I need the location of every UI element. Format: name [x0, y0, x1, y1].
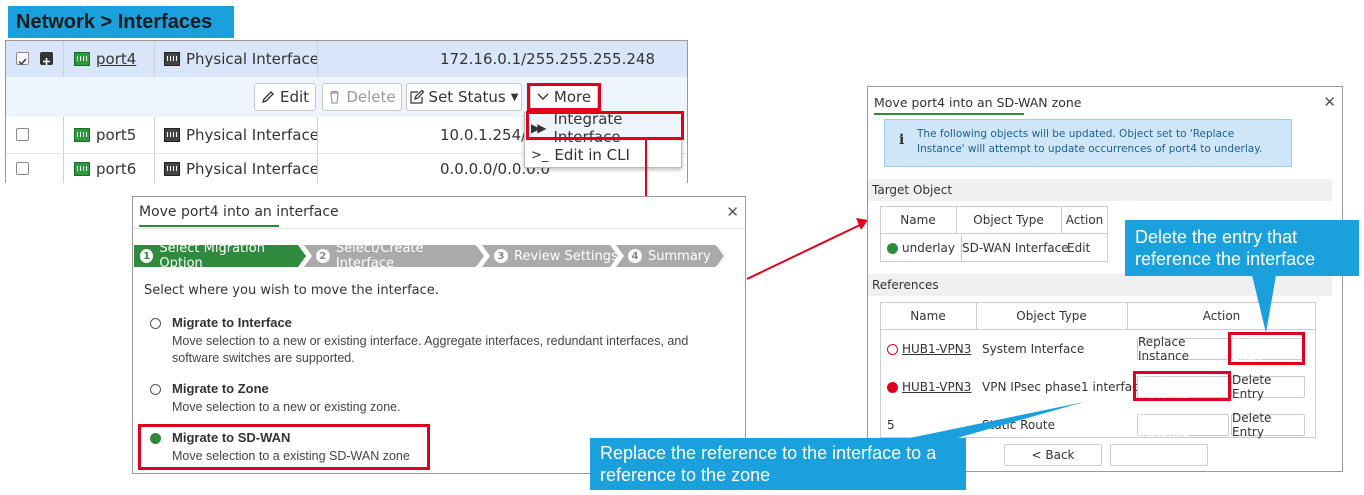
edit-button[interactable]: Edit — [254, 83, 316, 111]
pencil-icon — [261, 91, 274, 104]
step-1: 1 Select Migration Option — [134, 245, 306, 267]
interface-type: Physical Interface — [186, 50, 319, 68]
ip-address: 172.16.0.1/255.255.255.248 — [440, 50, 655, 68]
edit-status-icon — [409, 90, 424, 104]
ref-name: HUB1-VPN3 — [887, 337, 971, 361]
port-icon — [74, 161, 90, 176]
close-icon[interactable]: ✕ — [726, 203, 739, 221]
port-icon — [74, 52, 90, 66]
row-checkbox[interactable] — [16, 162, 29, 175]
set-status-button[interactable]: Set Status ▼ — [406, 83, 522, 111]
interface-type: Physical Interface — [186, 159, 319, 178]
option-desc: Move selection to a new or existing zone… — [172, 400, 401, 414]
info-box: i The following objects will be updated.… — [884, 119, 1292, 167]
sdwan-option-highlight — [138, 424, 430, 470]
replace-callout: Replace the reference to the interface t… — [590, 438, 966, 490]
delete-entry-button[interactable]: Delete Entry — [1231, 411, 1305, 439]
option-title: Migrate to Zone — [172, 381, 269, 396]
replace-instance-button[interactable]: Replace Instance — [1137, 335, 1229, 363]
delete-entry-highlight — [1228, 332, 1305, 365]
dialog-title: Move port4 into an interface — [139, 204, 339, 220]
port-name[interactable]: port5 — [96, 126, 136, 144]
port-name[interactable]: port4 — [96, 50, 136, 68]
target-table: Name Object Type Action underlay SD-WAN … — [880, 206, 1108, 262]
check-icon — [18, 58, 27, 66]
step-2: 2 Select/Create Interface — [304, 245, 484, 267]
physical-interface-icon — [164, 52, 180, 66]
wizard-steps: 1 Select Migration Option 2 Select/Create … — [134, 245, 724, 267]
close-icon[interactable]: ✕ — [1323, 93, 1336, 111]
callout-pointer — [1252, 275, 1276, 333]
system-interface-icon — [887, 343, 898, 355]
interface-type: Physical Interface — [186, 126, 319, 144]
option-desc: Move selection to a new or existing inte… — [172, 334, 689, 365]
expand-icon[interactable] — [40, 52, 53, 65]
terminal-icon: >_ — [531, 147, 549, 163]
replace-instance-button[interactable]: Replace Instance — [1137, 411, 1229, 439]
diagonal-arrow — [746, 218, 868, 280]
back-button[interactable]: < Back — [1004, 444, 1102, 466]
callout-pointer — [900, 402, 1084, 440]
radio-migrate-interface[interactable] — [150, 318, 161, 329]
table-row-port4[interactable]: port4 Physical Interface 172.16.0.1/255.… — [6, 41, 687, 77]
port-icon — [74, 128, 90, 142]
sdwan-icon — [887, 242, 898, 254]
delete-callout: Delete the entry that reference the inte… — [1125, 220, 1359, 276]
option-title: Migrate to Interface — [172, 315, 292, 330]
trash-icon — [330, 90, 340, 104]
page-banner: Network > Interfaces — [8, 6, 234, 38]
target-object-label: Target Object — [868, 179, 1332, 201]
row-checkbox[interactable] — [16, 128, 29, 141]
vpn-icon — [887, 381, 898, 393]
physical-interface-icon — [164, 128, 180, 142]
row-checkbox[interactable] — [16, 52, 29, 66]
caret-down-icon: ▼ — [510, 91, 519, 103]
step-4: 4 Summary — [616, 245, 724, 267]
delete-button[interactable]: Delete — [322, 83, 402, 111]
step-3: 3 Review Settings — [482, 245, 618, 267]
physical-interface-icon — [164, 161, 180, 176]
info-icon: i — [899, 132, 905, 148]
radio-migrate-zone[interactable] — [150, 384, 161, 395]
delete-entry-button[interactable]: Delete Entry — [1231, 373, 1305, 401]
ref-name: HUB1-VPN3 — [887, 375, 971, 399]
replace-instance-highlight — [1133, 371, 1231, 401]
apply-button[interactable]: Apply — [1110, 444, 1208, 466]
integrate-highlight — [526, 111, 684, 140]
target-name: underlay — [887, 235, 955, 261]
menu-item-edit-cli[interactable]: >_ Edit in CLI — [525, 142, 681, 168]
prompt-text: Select where you wish to move the interf… — [144, 283, 439, 298]
port-name[interactable]: port6 — [96, 160, 136, 178]
more-highlight — [527, 83, 601, 111]
